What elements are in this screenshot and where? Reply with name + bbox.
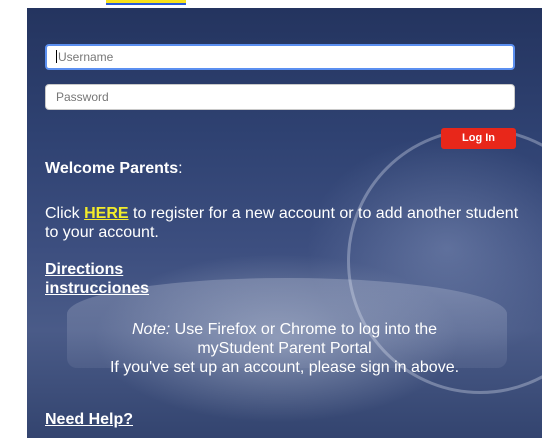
text-caret <box>56 50 57 63</box>
welcome-heading: Welcome Parents: <box>45 160 183 178</box>
note-line3: If you've set up an account, please sign… <box>109 359 460 376</box>
register-text: Click HERE to register for a new account… <box>45 204 535 242</box>
register-pre: Click <box>45 205 85 222</box>
underline-mark <box>106 3 186 5</box>
note-line2: myStudent Parent Portal <box>197 340 372 357</box>
cropped-heading <box>0 0 543 8</box>
login-panel: Username Password Log In Welcome Parents… <box>27 8 542 438</box>
register-here-link[interactable]: HERE <box>84 205 128 222</box>
login-button-label: Log In <box>462 132 495 144</box>
login-button[interactable]: Log In <box>441 128 516 149</box>
password-placeholder: Password <box>56 90 109 104</box>
browser-note: Note: Use Firefox or Chrome to log into … <box>27 320 542 377</box>
need-help-link[interactable]: Need Help? <box>45 411 133 429</box>
direction-links: Directions instrucciones <box>45 260 149 298</box>
note-label: Note: <box>131 321 171 338</box>
instrucciones-link[interactable]: instrucciones <box>45 279 149 298</box>
welcome-colon: : <box>178 160 183 177</box>
note-line1: Use Firefox or Chrome to log into the <box>170 321 438 338</box>
username-placeholder: Username <box>58 50 114 64</box>
directions-link[interactable]: Directions <box>45 260 149 279</box>
welcome-heading-text: Welcome Parents <box>45 160 179 177</box>
password-input[interactable]: Password <box>45 84 515 110</box>
username-input[interactable]: Username <box>45 44 515 70</box>
